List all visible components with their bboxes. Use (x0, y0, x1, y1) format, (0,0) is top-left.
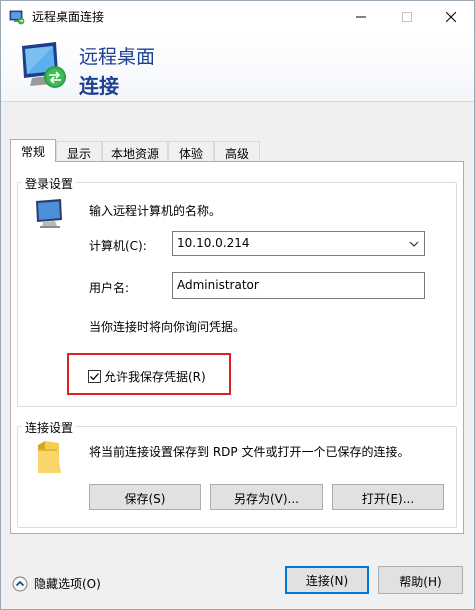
tab-label: 显示 (66, 147, 91, 161)
open-button[interactable]: 打开(E)... (332, 484, 444, 510)
computer-label: 计算机(C): (89, 239, 147, 253)
user-label: 用户名: (89, 281, 130, 295)
maximize-button[interactable] (384, 1, 430, 32)
header-title-line2: 连接 (79, 74, 119, 98)
connect-button[interactable]: 连接(N) (285, 566, 369, 594)
help-button[interactable]: 帮助(H) (378, 566, 463, 594)
hide-options-toggle[interactable]: 隐藏选项(O) (12, 575, 101, 592)
connection-settings-group (17, 426, 457, 528)
logon-settings-title: 登录设置 (22, 175, 77, 192)
username-value: Administrator (177, 278, 259, 292)
chevron-up-circle-icon[interactable] (12, 576, 28, 592)
tab-label: 常规 (20, 145, 45, 159)
maximize-icon (402, 11, 412, 22)
tab-local-resources[interactable]: 本地资源 (102, 141, 168, 162)
save-credentials-checkbox-row[interactable]: 允许我保存凭据(R) (88, 368, 206, 385)
remote-desktop-icon (9, 10, 25, 25)
logon-intro-text: 输入远程计算机的名称。 (89, 204, 222, 218)
connection-settings-title: 连接设置 (22, 419, 77, 436)
close-icon (446, 11, 456, 22)
save-credentials-label: 允许我保存凭据(R) (104, 370, 206, 384)
tab-general[interactable]: 常规 (10, 139, 56, 162)
tab-panel-general: 登录设置 输入远程计算机的名称。 计算机(C): 10.10.0.214 用户名… (10, 161, 464, 534)
credentials-note: 当你连接时将向你询问凭据。 (89, 320, 246, 334)
hide-options-label: 隐藏选项(O) (34, 577, 101, 591)
tab-label: 高级 (224, 147, 249, 161)
folder-icon (38, 441, 61, 473)
save-as-button[interactable]: 另存为(V)... (210, 484, 323, 510)
computer-value: 10.10.0.214 (177, 236, 250, 250)
save-credentials-checkbox[interactable] (88, 370, 101, 383)
remote-desktop-icon (22, 42, 66, 88)
tab-label: 体验 (178, 147, 203, 161)
tab-advanced[interactable]: 高级 (214, 141, 260, 162)
close-button[interactable] (428, 1, 474, 32)
username-field[interactable]: Administrator (172, 272, 425, 299)
tab-display[interactable]: 显示 (56, 141, 102, 162)
connection-description: 将当前连接设置保存到 RDP 文件或打开一个已保存的连接。 (89, 445, 410, 459)
computer-combobox[interactable]: 10.10.0.214 (172, 231, 425, 256)
header-title-line1: 远程桌面 (79, 46, 156, 68)
tab-experience[interactable]: 体验 (168, 141, 214, 162)
tab-label: 本地资源 (110, 147, 159, 161)
title-bar: 远程桌面连接 (1, 1, 474, 32)
save-button[interactable]: 保存(S) (89, 484, 201, 510)
window-title: 远程桌面连接 (32, 10, 105, 24)
header-banner: 远程桌面 连接 (1, 32, 474, 102)
minimize-icon (356, 16, 366, 17)
computer-icon (36, 199, 62, 228)
chevron-down-icon[interactable] (409, 239, 419, 249)
checkmark-icon (90, 373, 99, 381)
minimize-button[interactable] (338, 1, 384, 32)
